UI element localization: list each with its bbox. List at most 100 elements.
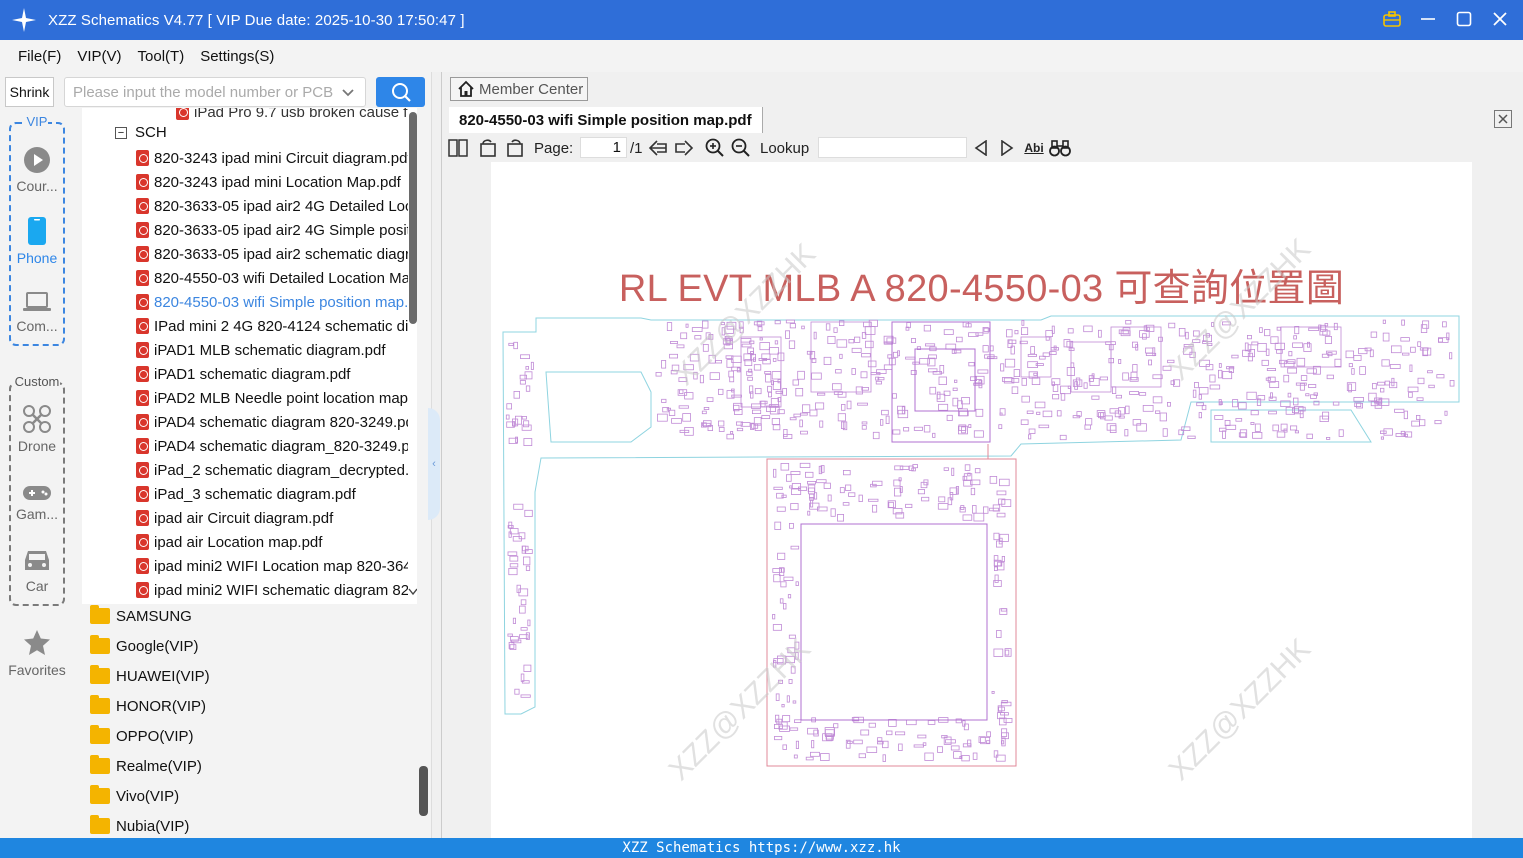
pdf-icon xyxy=(136,510,149,526)
tree-file-item[interactable]: iPad_3 schematic diagram.pdf xyxy=(136,482,408,506)
pdf-icon xyxy=(136,294,149,310)
window-title: XZZ Schematics V4.77 [ VIP Due date: 202… xyxy=(48,11,465,29)
tree-file-item[interactable]: 820-3243 ipad mini Location Map.pdf xyxy=(136,170,408,194)
member-center-button[interactable]: Member Center xyxy=(450,77,588,101)
phone-icon xyxy=(28,217,46,245)
tree-file-item[interactable]: iPAD4 schematic diagram_820-3249.pdf xyxy=(136,434,408,458)
pdf-icon xyxy=(136,414,149,430)
panel-collapse-handle[interactable]: ‹ xyxy=(428,408,440,520)
menu-vip[interactable]: VIP(V) xyxy=(77,48,121,65)
tree-folder-sch[interactable]: − SCH xyxy=(115,124,167,141)
minimize-button[interactable] xyxy=(1417,6,1439,32)
tree-file-item[interactable]: iPAD2 MLB Needle point location map xyxy=(136,386,408,410)
pdf-icon xyxy=(136,270,149,286)
sidebar-item-computer[interactable]: Com... xyxy=(11,290,63,334)
tree-scrollbar[interactable] xyxy=(409,112,417,324)
tree-file-item[interactable]: 820-3633-05 ipad air2 4G Simple position xyxy=(136,218,408,242)
tree-file-item[interactable]: 820-3633-05 ipad air2 4G Detailed Locati… xyxy=(136,194,408,218)
tree-folder-item[interactable]: HUAWEI(VIP) xyxy=(90,662,210,690)
collapse-toggle-icon[interactable]: − xyxy=(115,126,127,139)
sidebar-item-games[interactable]: Gam... xyxy=(11,484,63,522)
rotate-left-icon[interactable] xyxy=(477,135,499,161)
tree-file-partial[interactable]: iPad Pro 9.7 usb broken cause f xyxy=(176,108,417,124)
tree-folder-item[interactable]: HONOR(VIP) xyxy=(90,692,206,720)
folder-icon xyxy=(90,785,110,804)
zoom-out-icon[interactable] xyxy=(730,135,752,161)
page-number-input[interactable]: 1 xyxy=(580,137,627,158)
pdf-icon xyxy=(136,246,149,262)
pdf-icon xyxy=(136,558,149,574)
tree-file-item[interactable]: IPad mini 2 4G 820-4124 schematic diagra… xyxy=(136,314,408,338)
tree-file-item[interactable]: iPad_2 schematic diagram_decrypted.pdf xyxy=(136,458,408,482)
vip-briefcase-icon[interactable] xyxy=(1381,6,1403,32)
tree-file-label: iPAD1 MLB schematic diagram.pdf xyxy=(154,341,386,359)
zoom-in-icon[interactable] xyxy=(704,135,726,161)
drone-icon xyxy=(23,405,51,433)
pdf-icon xyxy=(136,222,149,238)
match-case-icon[interactable]: Abi xyxy=(1023,135,1045,161)
tree-folder-item[interactable]: SAMSUNG xyxy=(90,602,192,630)
tree-file-label: iPad_3 schematic diagram.pdf xyxy=(154,485,356,503)
pdf-icon xyxy=(136,462,149,478)
document-tab[interactable]: 820-4550-03 wifi Simple position map.pdf xyxy=(449,107,763,133)
tree-file-item[interactable]: iPAD1 schematic diagram.pdf xyxy=(136,362,408,386)
rotate-right-icon[interactable] xyxy=(504,135,526,161)
two-page-view-icon[interactable] xyxy=(447,135,469,161)
maximize-button[interactable] xyxy=(1453,6,1475,32)
tree-file-item[interactable]: ipad mini2 WIFI schematic diagram 820 xyxy=(136,578,408,602)
tree-file-item[interactable]: ipad air Circuit diagram.pdf xyxy=(136,506,408,530)
next-page-icon[interactable] xyxy=(673,135,695,161)
chevron-down-icon[interactable] xyxy=(341,83,355,101)
close-document-icon[interactable] xyxy=(1494,110,1512,128)
tree-file-label: 820-4550-03 wifi Simple position map.pdf xyxy=(154,293,408,311)
sidebar-item-courses[interactable]: Cour... xyxy=(11,146,63,194)
tree-folder-item[interactable]: OPPO(VIP) xyxy=(90,722,194,750)
sidebar-item-drone[interactable]: Drone xyxy=(11,404,63,454)
search-button[interactable] xyxy=(376,77,425,107)
tree-file-label: 820-3633-05 ipad air2 4G Simple position xyxy=(154,221,408,239)
tree-file-item[interactable]: ipad mini2 WIFI Location map 820-3641 xyxy=(136,554,408,578)
tree-file-label: ipad air Circuit diagram.pdf xyxy=(154,509,334,527)
folder-scrollbar[interactable] xyxy=(419,766,428,816)
custom-group: Custom Drone Gam... Car xyxy=(9,374,65,606)
tree-file-label: ipad mini2 WIFI Location map 820-3641 xyxy=(154,557,408,575)
tree-file-item[interactable]: ipad air Location map.pdf xyxy=(136,530,408,554)
scroll-down-icon[interactable] xyxy=(408,588,417,596)
tree-folder-item[interactable]: Nubia(VIP) xyxy=(90,812,189,840)
tree-file-item[interactable]: iPAD1 MLB schematic diagram.pdf xyxy=(136,338,408,362)
close-button[interactable] xyxy=(1489,6,1511,32)
tree-folder-item[interactable]: Google(VIP) xyxy=(90,632,199,660)
previous-page-icon[interactable] xyxy=(647,135,669,161)
pdf-icon xyxy=(136,366,149,382)
sidebar-item-favorites[interactable]: Favorites xyxy=(0,628,74,678)
tree-file-item[interactable]: 820-4550-03 wifi Simple position map.pdf xyxy=(136,290,408,314)
sidebar-item-label: Car xyxy=(25,578,49,594)
shrink-button[interactable]: Shrink xyxy=(5,77,54,107)
tree-file-item[interactable]: 820-4550-03 wifi Detailed Location Map xyxy=(136,266,408,290)
folder-icon xyxy=(90,665,110,684)
app-logo-icon xyxy=(0,7,48,33)
find-previous-icon[interactable] xyxy=(971,135,991,161)
tree-file-item[interactable]: 820-3633-05 ipad air2 schematic diagram xyxy=(136,242,408,266)
car-icon xyxy=(25,551,49,570)
pdf-page[interactable]: RL EVT MLB A 820-4550-03 可查詢位置圖 XZZ@XZZH… xyxy=(491,162,1472,838)
tree-folder-label: Vivo(VIP) xyxy=(116,787,180,805)
search-input[interactable]: Please input the model number or PCB xyxy=(64,77,366,107)
sidebar-item-label: Com... xyxy=(16,318,58,334)
menu-tool[interactable]: Tool(T) xyxy=(138,48,185,65)
folder-icon xyxy=(90,815,110,834)
star-icon xyxy=(24,630,50,655)
find-next-icon[interactable] xyxy=(997,135,1017,161)
tree-file-item[interactable]: iPAD4 schematic diagram 820-3249.pdf xyxy=(136,410,408,434)
menu-file[interactable]: File(F) xyxy=(18,48,61,65)
tree-folder-item[interactable]: Realme(VIP) xyxy=(90,752,202,780)
sidebar-item-phone[interactable]: Phone xyxy=(11,216,63,266)
title-bar: XZZ Schematics V4.77 [ VIP Due date: 202… xyxy=(0,0,1523,40)
sidebar-item-car[interactable]: Car xyxy=(11,548,63,594)
tree-file-label: iPad_2 schematic diagram_decrypted.pdf xyxy=(154,461,408,479)
lookup-input[interactable] xyxy=(818,137,967,158)
binoculars-icon[interactable] xyxy=(1049,135,1071,161)
tree-file-item[interactable]: 820-3243 ipad mini Circuit diagram.pdf xyxy=(136,146,408,170)
menu-settings[interactable]: Settings(S) xyxy=(200,48,274,65)
tree-folder-item[interactable]: Vivo(VIP) xyxy=(90,782,179,810)
